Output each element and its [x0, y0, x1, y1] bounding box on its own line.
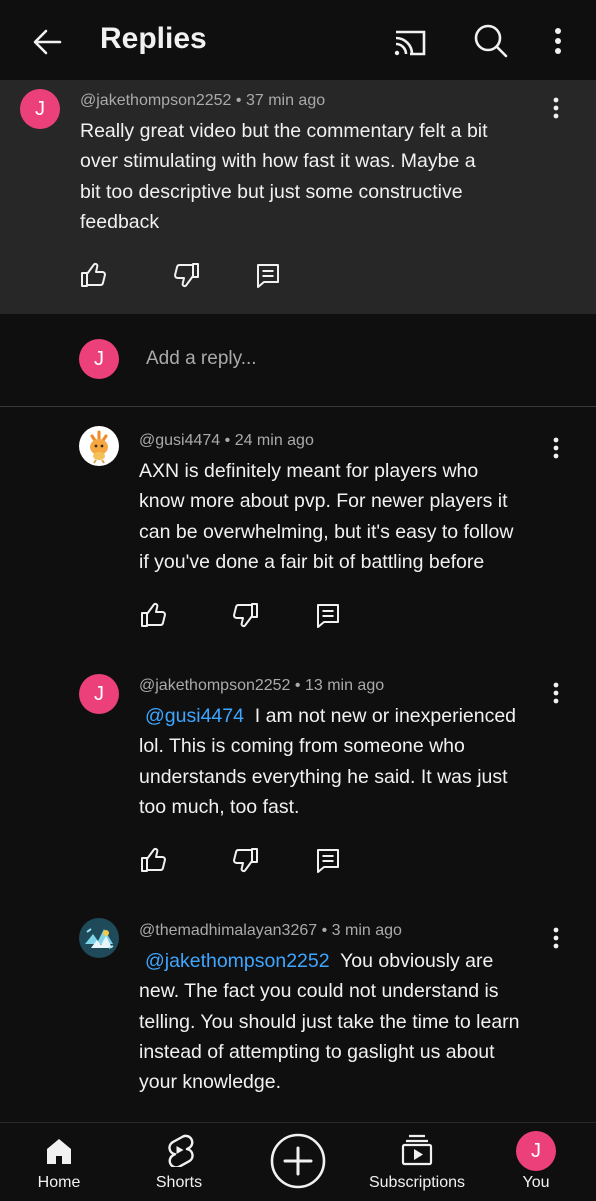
- bottom-nav: Home Shorts Subscriptions J You: [0, 1122, 596, 1201]
- like-icon[interactable]: [138, 845, 168, 875]
- reply-input[interactable]: Add a reply...: [146, 348, 257, 370]
- comment-line: new. The fact you could not understand i…: [139, 980, 499, 1003]
- nav-subscriptions[interactable]: Subscriptions: [362, 1123, 472, 1201]
- comment-line: telling. You should just take the time t…: [139, 1010, 520, 1033]
- comment-author[interactable]: @themadhimalayan3267: [139, 922, 317, 939]
- comment-meta: @gusi4474 • 24 min ago: [139, 432, 314, 449]
- comment-line: instead of attempting to gaslight us abo…: [139, 1040, 495, 1063]
- comment-author[interactable]: @jakethompson2252: [80, 92, 231, 109]
- avatar[interactable]: [79, 918, 119, 958]
- comment-time: 13 min ago: [304, 677, 385, 694]
- reply-icon[interactable]: [313, 600, 343, 630]
- avatar: J: [516, 1131, 556, 1171]
- nav-label: Subscriptions: [368, 1174, 466, 1191]
- comment-more-icon[interactable]: [546, 679, 566, 709]
- comment-more-icon[interactable]: [546, 924, 566, 954]
- more-vert-icon[interactable]: [546, 22, 570, 62]
- comment-text: @gusi4474 I am not new or inexperienced …: [139, 701, 516, 822]
- comment-line: feedback: [80, 210, 160, 233]
- comment-line: understands everything he said. It was j…: [139, 765, 508, 788]
- dislike-icon[interactable]: [172, 260, 202, 290]
- comment-time: 3 min ago: [331, 922, 402, 939]
- comment-text: AXN is definitely meant for players who …: [139, 456, 513, 577]
- comment-line: AXN is definitely meant for players who: [139, 460, 479, 482]
- back-arrow-icon[interactable]: [28, 22, 68, 62]
- comment-line: your knowledge.: [139, 1071, 282, 1094]
- comment-meta: @jakethompson2252 • 13 min ago: [139, 677, 385, 694]
- comment-line: You obviously are: [340, 950, 494, 972]
- comment-text: @jakethompson2252 You obviously are new.…: [139, 946, 520, 1097]
- top-app-bar: Replies: [0, 0, 596, 80]
- nav-home[interactable]: Home: [19, 1123, 99, 1201]
- comment-line: know more about pvp. For newer players i…: [139, 490, 508, 513]
- comment-more-icon[interactable]: [546, 94, 566, 124]
- reply-box: J Add a reply...: [0, 314, 596, 407]
- mention-link[interactable]: @jakethompson2252: [145, 950, 330, 972]
- shorts-icon: [168, 1134, 194, 1167]
- dislike-icon[interactable]: [231, 600, 261, 630]
- comment-text: Really great video but the commentary fe…: [80, 116, 488, 237]
- dislike-icon[interactable]: [231, 845, 261, 875]
- page-title: Replies: [100, 22, 207, 55]
- comment-line: Really great video but the commentary fe…: [80, 120, 488, 142]
- subscriptions-icon: [401, 1134, 433, 1166]
- comment-meta: @themadhimalayan3267 • 3 min ago: [139, 922, 402, 939]
- reply-icon[interactable]: [313, 845, 343, 875]
- nav-label: Shorts: [155, 1174, 203, 1191]
- like-icon[interactable]: [138, 600, 168, 630]
- comment-more-icon[interactable]: [546, 434, 566, 464]
- nav-label: Home: [37, 1174, 81, 1191]
- comment-line: I am not new or inexperienced: [254, 705, 517, 727]
- reply-icon[interactable]: [253, 260, 283, 290]
- search-icon[interactable]: [470, 20, 510, 60]
- comment-time: 37 min ago: [245, 92, 326, 109]
- comment-meta: @jakethompson2252 • 37 min ago: [80, 92, 326, 109]
- mention-link[interactable]: @gusi4474: [145, 705, 244, 727]
- comment-author[interactable]: @gusi4474: [139, 432, 220, 449]
- home-icon: [47, 1139, 71, 1164]
- comment-line: if you've done a fair bit of battling be…: [139, 550, 485, 573]
- parent-comment: J @jakethompson2252 • 37 min ago Really …: [0, 80, 596, 314]
- comment-author[interactable]: @jakethompson2252: [139, 677, 290, 694]
- avatar[interactable]: J: [20, 89, 60, 129]
- nav-shorts[interactable]: Shorts: [139, 1123, 219, 1201]
- nav-you[interactable]: J You: [506, 1123, 566, 1201]
- like-icon[interactable]: [78, 260, 108, 290]
- avatar[interactable]: J: [79, 674, 119, 714]
- comment-line: bit too descriptive but just some constr…: [80, 180, 463, 203]
- nav-label: You: [522, 1174, 550, 1191]
- cast-icon[interactable]: [390, 22, 430, 62]
- comment-line: lol. This is coming from someone who: [139, 735, 465, 758]
- avatar[interactable]: [79, 426, 119, 466]
- comment-line: too much, too fast.: [139, 795, 300, 818]
- comment-line: over stimulating with how fast it was. M…: [80, 150, 476, 173]
- comment-line: can be overwhelming, but it's easy to fo…: [139, 520, 514, 543]
- avatar: J: [79, 339, 119, 379]
- create-button[interactable]: [269, 1132, 327, 1190]
- comment-time: 24 min ago: [234, 432, 314, 449]
